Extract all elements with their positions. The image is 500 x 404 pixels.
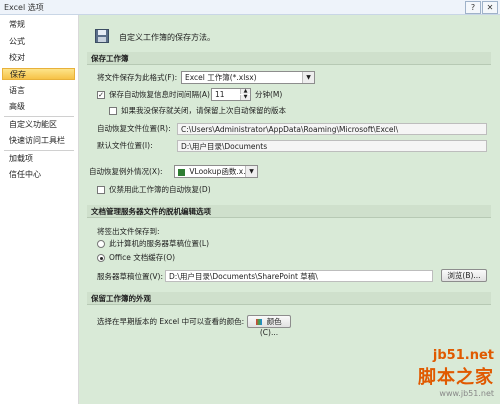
format-label: 将文件保存为此格式(F): [97, 73, 178, 82]
drafts-location-field[interactable]: D:\用户目录\Documents\SharePoint 草稿\ [165, 270, 433, 282]
section-save-workbooks: 保存工作簿 [87, 52, 491, 65]
header-text: 自定义工作簿的保存方法。 [119, 33, 215, 42]
main-panel: 自定义工作簿的保存方法。 保存工作簿 将文件保存为此格式(F): Excel 工… [79, 15, 500, 404]
workbook-icon [178, 168, 185, 176]
watermark-site: jb51.net [432, 348, 494, 363]
watermark-url: www.jb51.net [439, 389, 494, 398]
window-title: Excel 选项 [4, 3, 44, 12]
colors-button-label: 颜色(C)... [259, 317, 282, 337]
default-location-label: 默认文件位置(I): [97, 141, 153, 150]
watermark: jb51.net 脚本之家 www.jb51.net [418, 348, 494, 398]
watermark-brand: 脚本之家 [418, 367, 494, 388]
sidebar-item-save[interactable]: 保存 [2, 68, 75, 80]
autorecover-checkbox[interactable]: ✓ [97, 91, 105, 99]
sidebar-item-add-ins[interactable]: 加载项 [2, 153, 75, 165]
office-cache-radio[interactable] [97, 254, 105, 262]
sidebar-item-quick-access-toolbar[interactable]: 快速访问工具栏 [2, 135, 75, 147]
interval-value: 11 [215, 90, 225, 99]
autorecover-exceptions-label: 自动恢复例外情况(X): [89, 167, 163, 176]
keep-last-version-label: 如果我没保存就关闭，请保留上次自动保留的版本 [121, 106, 286, 115]
sidebar: 常规 公式 校对 保存 语言 高级 自定义功能区 快速访问工具栏 加载项 信任中… [0, 15, 79, 404]
browse-button[interactable]: 浏览(B)... [441, 269, 487, 282]
disable-autorecover-checkbox[interactable] [97, 186, 105, 194]
colors-label: 选择在早期版本的 Excel 中可以查看的颜色: [97, 317, 245, 326]
section-preserve-appearance: 保留工作簿的外观 [87, 292, 491, 305]
sidebar-divider [4, 116, 74, 117]
spin-down-icon[interactable]: ▼ [240, 95, 250, 100]
autorecover-location-label: 自动恢复文件位置(R): [97, 124, 171, 133]
sidebar-item-advanced[interactable]: 高级 [2, 101, 75, 113]
minutes-label: 分钟(M) [255, 90, 283, 99]
autorecover-exceptions-select[interactable]: VLookup函数.x... ▼ [174, 165, 258, 178]
chevron-down-icon: ▼ [245, 166, 257, 177]
section-offline-editing: 文档管理服务器文件的脱机编辑选项 [87, 205, 491, 218]
server-drafts-radio[interactable] [97, 240, 105, 248]
close-button[interactable]: ✕ [482, 1, 498, 14]
sidebar-item-proofing[interactable]: 校对 [2, 52, 75, 64]
autorecover-location-field[interactable]: C:\Users\Administrator\AppData\Roaming\M… [177, 123, 487, 135]
sidebar-item-formulas[interactable]: 公式 [2, 36, 75, 48]
disable-autorecover-label: 仅禁用此工作簿的自动恢复(D) [109, 185, 211, 194]
title-bar: Excel 选项 ? ✕ [0, 0, 500, 15]
server-drafts-option-label: 此计算机的服务器草稿位置(L) [109, 239, 210, 248]
file-format-select[interactable]: Excel 工作簿(*.xlsx) ▼ [181, 71, 315, 84]
office-cache-option-label: Office 文档缓存(O) [109, 253, 176, 262]
autorecover-label: 保存自动恢复信息时间间隔(A) [109, 90, 210, 99]
palette-icon [256, 319, 263, 325]
help-button[interactable]: ? [465, 1, 481, 14]
sidebar-item-customize-ribbon[interactable]: 自定义功能区 [2, 119, 75, 131]
file-format-value: Excel 工作簿(*.xlsx) [185, 73, 257, 82]
sidebar-item-language[interactable]: 语言 [2, 85, 75, 97]
autorecover-interval-spinner[interactable]: 11 ▲ ▼ [211, 88, 251, 101]
save-to-label: 将签出文件保存到: [97, 227, 160, 236]
sidebar-item-trust-center[interactable]: 信任中心 [2, 169, 75, 181]
drafts-location-label: 服务器草稿位置(V): [97, 272, 164, 281]
colors-button[interactable]: 颜色(C)... [247, 315, 291, 337]
autorecover-exceptions-value: VLookup函数.x... [189, 167, 251, 176]
sidebar-divider [4, 150, 74, 151]
chevron-down-icon: ▼ [302, 72, 314, 83]
default-location-field[interactable]: D:\用户目录\Documents [177, 140, 487, 152]
save-icon [95, 29, 109, 43]
sidebar-item-general[interactable]: 常规 [2, 19, 75, 31]
keep-last-version-checkbox[interactable] [109, 107, 117, 115]
